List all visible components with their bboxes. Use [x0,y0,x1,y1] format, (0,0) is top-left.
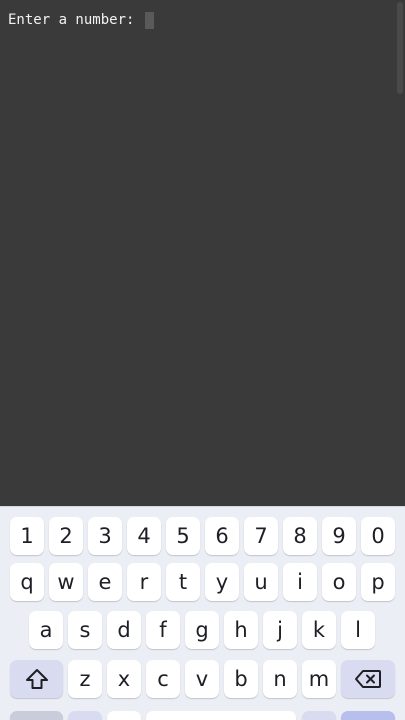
keyboard-number-row: 1 2 3 4 5 6 7 8 9 0 [0,517,405,556]
period-key[interactable] [302,711,336,720]
comma-key[interactable] [107,711,141,720]
text-cursor [144,11,154,29]
keyboard-row-qwerty: q w e r t y u i o p [0,563,405,602]
scrollbar[interactable] [397,2,403,94]
terminal-area[interactable]: Enter a number: [0,0,405,506]
key-n[interactable]: n [263,660,297,698]
key-w[interactable]: w [49,563,83,601]
key-y[interactable]: y [205,563,239,601]
backspace-key[interactable] [341,660,395,698]
key-1[interactable]: 1 [10,517,44,555]
key-b[interactable]: b [224,660,258,698]
key-s[interactable]: s [68,611,102,649]
key-j[interactable]: j [263,611,297,649]
key-u[interactable]: u [244,563,278,601]
key-i[interactable]: i [283,563,317,601]
key-t[interactable]: t [166,563,200,601]
key-r[interactable]: r [127,563,161,601]
key-g[interactable]: g [185,611,219,649]
keyboard-row-zxcv: z x c v b n m [0,660,405,699]
shift-key[interactable] [10,660,63,698]
prompt-line: Enter a number: [8,10,397,30]
key-8[interactable]: 8 [283,517,317,555]
soft-keyboard: 1 2 3 4 5 6 7 8 9 0 q w e r t y u i o p … [0,506,405,720]
key-5[interactable]: 5 [166,517,200,555]
key-d[interactable]: d [107,611,141,649]
key-v[interactable]: v [185,660,219,698]
key-f[interactable]: f [146,611,180,649]
keyboard-bottom-row [0,711,405,720]
enter-key[interactable] [341,711,395,720]
key-h[interactable]: h [224,611,258,649]
keyboard-row-asdf: a s d f g h j k l [0,611,405,650]
key-4[interactable]: 4 [127,517,161,555]
settings-key[interactable] [68,711,102,720]
key-3[interactable]: 3 [88,517,122,555]
key-l[interactable]: l [341,611,375,649]
symbols-key[interactable] [10,711,63,720]
key-0[interactable]: 0 [361,517,395,555]
key-6[interactable]: 6 [205,517,239,555]
screen: Enter a number: 1 2 3 4 5 6 7 8 9 0 q w … [0,0,405,720]
key-a[interactable]: a [29,611,63,649]
shift-arrow-icon [25,669,48,689]
key-k[interactable]: k [302,611,336,649]
key-c[interactable]: c [146,660,180,698]
key-m[interactable]: m [302,660,336,698]
key-q[interactable]: q [10,563,44,601]
key-x[interactable]: x [107,660,141,698]
key-e[interactable]: e [88,563,122,601]
backspace-icon [355,670,381,688]
key-7[interactable]: 7 [244,517,278,555]
key-o[interactable]: o [322,563,356,601]
prompt-text: Enter a number: [8,12,143,28]
space-bar[interactable] [146,711,296,720]
key-p[interactable]: p [361,563,395,601]
key-z[interactable]: z [68,660,102,698]
key-2[interactable]: 2 [49,517,83,555]
key-9[interactable]: 9 [322,517,356,555]
